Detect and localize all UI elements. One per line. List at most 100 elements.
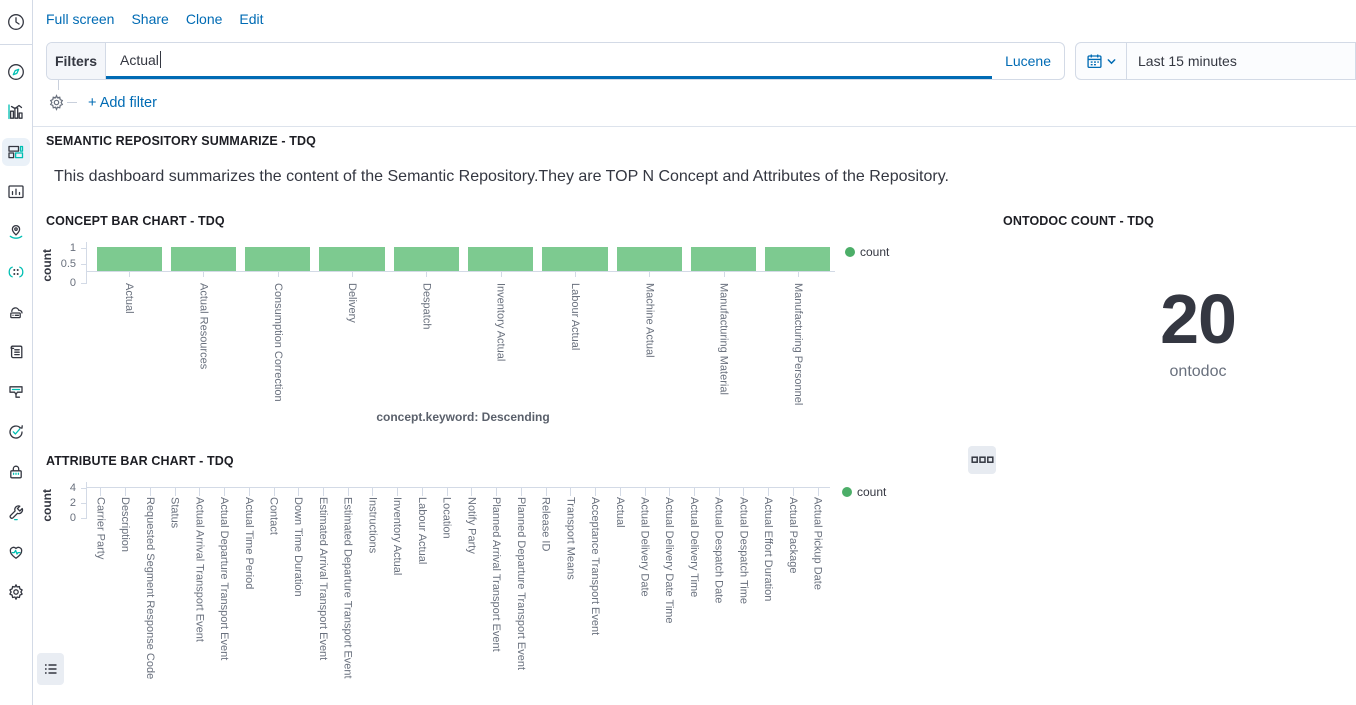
concept-y-tick bbox=[81, 283, 86, 284]
sidebar-item-dashboard[interactable] bbox=[2, 138, 30, 166]
query-language-button[interactable]: Lucene bbox=[992, 43, 1064, 79]
gear-icon bbox=[6, 582, 26, 602]
attribute-category-tick bbox=[620, 487, 621, 496]
query-input-value: Actual bbox=[120, 52, 159, 68]
x-axis-label-planned-arrival-transport-event: Planned Arrival Transport Event bbox=[489, 497, 503, 652]
bar-actual[interactable] bbox=[97, 247, 162, 271]
filter-settings-button[interactable] bbox=[47, 93, 66, 112]
bar-machine-actual[interactable] bbox=[617, 247, 682, 271]
filters-button[interactable]: Filters bbox=[47, 43, 106, 79]
attribute-y-axis-title: count bbox=[40, 483, 54, 527]
attribute-category-tick bbox=[274, 487, 275, 496]
legend-dot-icon bbox=[842, 487, 852, 497]
bar-manufacturing-personnel[interactable] bbox=[765, 247, 830, 271]
attribute-category-tick bbox=[447, 487, 448, 496]
legend-dot-icon bbox=[845, 247, 855, 257]
x-axis-label-actual-departure-transport-event: Actual Departure Transport Event bbox=[217, 497, 231, 660]
attribute-category-tick bbox=[348, 487, 349, 496]
menu-item-clone[interactable]: Clone bbox=[186, 9, 223, 29]
attribute-legend-item[interactable]: count bbox=[842, 484, 886, 500]
text-cursor bbox=[160, 51, 162, 68]
sidebar-item-machine-learning[interactable] bbox=[2, 258, 30, 286]
x-axis-label-actual-time-period: Actual Time Period bbox=[242, 497, 256, 589]
add-filter-link[interactable]: + Add filter bbox=[88, 95, 157, 111]
concept-category-tick bbox=[501, 271, 502, 277]
canvas-icon bbox=[6, 182, 26, 202]
menu-item-share[interactable]: Share bbox=[131, 9, 168, 29]
x-axis-label-acceptance-transport-event: Acceptance Transport Event bbox=[588, 497, 602, 635]
query-input[interactable]: Actual bbox=[106, 43, 992, 79]
concept-category-tick bbox=[724, 271, 725, 277]
menu-item-edit[interactable]: Edit bbox=[239, 9, 263, 29]
sidebar-item-dev-tools[interactable] bbox=[2, 498, 30, 526]
bar-chart-icon bbox=[6, 102, 26, 122]
concept-category-tick bbox=[798, 271, 799, 277]
sidebar-item-infrastructure[interactable] bbox=[2, 298, 30, 326]
chevron-down-icon bbox=[1106, 56, 1117, 67]
x-axis-label-labour-actual: Labour Actual bbox=[415, 497, 429, 564]
attribute-y-tick bbox=[81, 503, 86, 504]
sidebar-item-discover[interactable] bbox=[2, 58, 30, 86]
x-axis-label-contact: Contact bbox=[267, 497, 281, 535]
sidebar-item-maps[interactable] bbox=[2, 218, 30, 246]
sidebar-item-logs[interactable] bbox=[2, 338, 30, 366]
attribute-category-tick bbox=[719, 487, 720, 496]
x-axis-label-down-time-duration: Down Time Duration bbox=[291, 497, 305, 597]
x-axis-label-inventory-actual: Inventory Actual bbox=[390, 497, 404, 575]
sidebar-item-stack-monitoring[interactable] bbox=[2, 538, 30, 566]
bar-consumption-correction[interactable] bbox=[245, 247, 310, 271]
concept-x-axis-title: concept.keyword: Descending bbox=[303, 410, 623, 424]
filter-connector-dash bbox=[67, 102, 77, 103]
concept-y-axis-title: count bbox=[40, 243, 54, 287]
x-axis-label-labour-actual: Labour Actual bbox=[568, 283, 582, 350]
legend-label: count bbox=[860, 245, 889, 259]
concept-x-axis-line bbox=[86, 271, 835, 272]
bar-manufacturing-material[interactable] bbox=[691, 247, 756, 271]
bar-inventory-actual[interactable] bbox=[468, 247, 533, 271]
dashboard-icon bbox=[6, 142, 26, 162]
sidebar-item-canvas[interactable] bbox=[2, 178, 30, 206]
sidebar-item-visualize[interactable] bbox=[2, 98, 30, 126]
legend-toggle-button[interactable] bbox=[37, 653, 64, 685]
time-range-value[interactable]: Last 15 minutes bbox=[1127, 43, 1237, 79]
concept-legend-item[interactable]: count bbox=[845, 244, 889, 260]
concept-category-tick bbox=[649, 271, 650, 277]
concept-category-tick bbox=[426, 271, 427, 277]
x-axis-label-actual-arrival-transport-event: Actual Arrival Transport Event bbox=[192, 497, 206, 642]
menu-item-full-screen[interactable]: Full screen bbox=[46, 9, 114, 29]
calendar-icon bbox=[1086, 53, 1103, 70]
bar-despatch[interactable] bbox=[394, 247, 459, 271]
attribute-category-tick bbox=[323, 487, 324, 496]
sidebar-item-recent[interactable] bbox=[2, 8, 30, 36]
x-axis-label-actual-delivery-date: Actual Delivery Date bbox=[638, 497, 652, 597]
concept-y-axis-line bbox=[86, 242, 87, 284]
x-axis-label-actual: Actual bbox=[613, 497, 627, 528]
sidebar-item-siem[interactable] bbox=[2, 458, 30, 486]
x-axis-label-actual-despatch-date: Actual Despatch Date bbox=[712, 497, 726, 603]
concept-category-tick bbox=[129, 271, 130, 277]
sidebar-item-uptime[interactable] bbox=[2, 418, 30, 446]
bar-actual-resources[interactable] bbox=[171, 247, 236, 271]
markdown-panel-body: This dashboard summarizes the content of… bbox=[54, 168, 949, 186]
bar-delivery[interactable] bbox=[319, 247, 384, 271]
attribute-category-tick bbox=[175, 487, 176, 496]
panel-options-button[interactable] bbox=[968, 446, 996, 474]
x-axis-label-actual-despatch-time: Actual Despatch Time bbox=[736, 497, 750, 604]
wrench-icon bbox=[6, 502, 26, 522]
x-axis-label-manufacturing-personnel: Manufacturing Personnel bbox=[791, 283, 805, 405]
bar-labour-actual[interactable] bbox=[542, 247, 607, 271]
x-axis-label-despatch: Despatch bbox=[419, 283, 433, 329]
sidebar-item-apm[interactable] bbox=[2, 378, 30, 406]
date-picker-button[interactable] bbox=[1076, 43, 1127, 79]
scroll-icon bbox=[6, 342, 26, 362]
x-axis-label-carrier-party: Carrier Party bbox=[93, 497, 107, 559]
dashboard-top-menu: Full screen Share Clone Edit bbox=[46, 9, 264, 29]
x-axis-label-actual-effort-duration: Actual Effort Duration bbox=[761, 497, 775, 601]
sidebar-item-management[interactable] bbox=[2, 578, 30, 606]
attribute-category-tick bbox=[546, 487, 547, 496]
concept-panel-title: CONCEPT BAR CHART - TDQ bbox=[46, 214, 225, 228]
x-axis-label-description: Description bbox=[118, 497, 132, 552]
attribute-category-tick bbox=[199, 487, 200, 496]
attribute-category-tick bbox=[150, 487, 151, 496]
attribute-category-tick bbox=[743, 487, 744, 496]
